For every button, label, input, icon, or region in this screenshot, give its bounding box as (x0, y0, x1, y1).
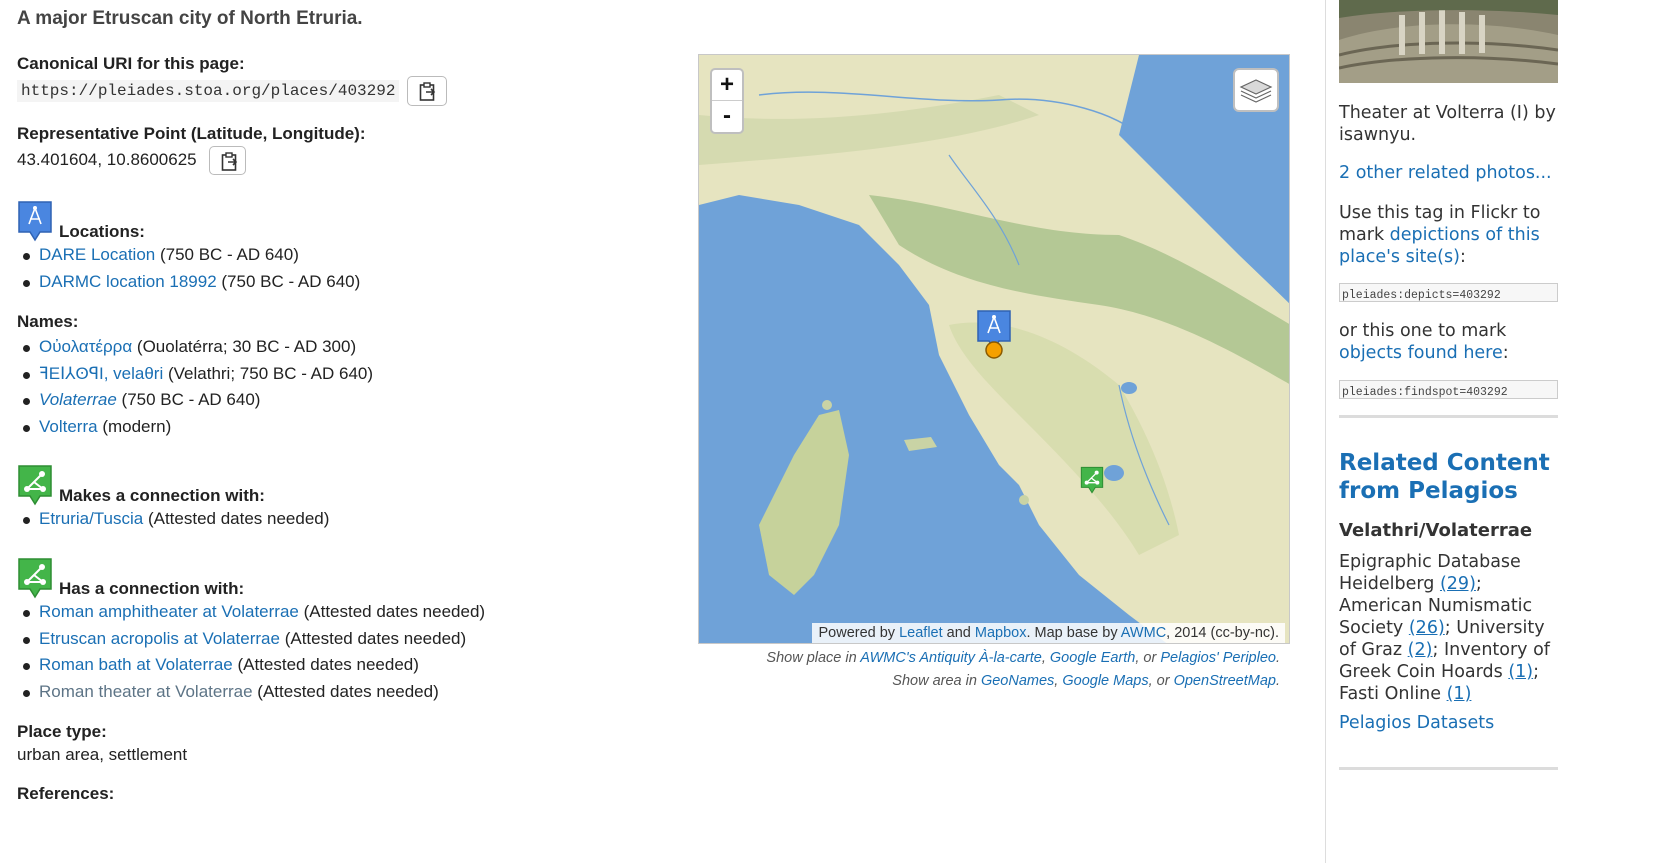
theater-photo-image (1339, 0, 1558, 83)
names-section: Names: Οὐολατέρρα (Ouolatérra; 30 BC - A… (17, 312, 373, 440)
connection-link[interactable]: Roman theater at Volaterrae (39, 682, 253, 701)
location-marker-icon[interactable] (976, 309, 1012, 365)
sidebar-divider (1325, 0, 1326, 863)
connection-link[interactable]: Etruria/Tuscia (39, 509, 143, 528)
peripleo-link[interactable]: Pelagios' Peripleo (1160, 650, 1276, 666)
related-count-link[interactable]: (1) (1447, 684, 1472, 704)
location-link[interactable]: DARMC location 18992 (39, 272, 217, 291)
representative-point-label: Representative Point (Latitude, Longitud… (17, 124, 366, 143)
names-heading: Names: (17, 312, 79, 331)
has-connection-heading: Has a connection with: (59, 579, 245, 598)
copy-point-button[interactable] (208, 146, 246, 175)
geonames-link[interactable]: GeoNames (981, 673, 1054, 689)
connection-marker-icon (18, 558, 52, 599)
name-link[interactable]: Volterra (39, 417, 98, 436)
clipboard-icon (420, 82, 436, 101)
list-item: Roman theater at Volaterrae (Attested da… (17, 679, 485, 706)
location-link[interactable]: DARE Location (39, 245, 155, 264)
makes-connection-heading: Makes a connection with: (59, 486, 265, 505)
representative-point-value: 43.401604, 10.8600625 (17, 149, 197, 169)
list-item: Etruscan acropolis at Volaterrae (Attest… (17, 626, 485, 653)
references-heading: References: (17, 784, 115, 803)
name-link[interactable]: ꟻEꓲ⅄ʘꟼI, velaθri (39, 364, 163, 383)
google-earth-link[interactable]: Google Earth (1050, 650, 1135, 666)
connection-link[interactable]: Etruscan acropolis at Volaterrae (39, 629, 280, 648)
photo-caption: Theater at Volterra (I) by isawnyu. (1339, 103, 1556, 145)
list-item: ꟻEꓲ⅄ʘꟼI, velaθri (Velathri; 750 BC - AD … (17, 361, 373, 388)
related-count-link[interactable]: (29) (1440, 574, 1476, 594)
name-link[interactable]: Volaterrae (39, 390, 117, 409)
related-count-link[interactable]: (2) (1408, 640, 1433, 660)
objects-found-link[interactable]: objects found here (1339, 343, 1503, 363)
list-item: DARMC location 18992 (750 BC - AD 640) (17, 269, 360, 296)
makes-connection-section: Makes a connection with: Etruria/Tuscia … (17, 464, 329, 533)
show-area-line: Show area in GeoNames, Google Maps, or O… (892, 673, 1280, 689)
copy-uri-button[interactable] (407, 76, 448, 106)
zoom-out-button[interactable]: - (712, 101, 742, 132)
connection-link[interactable]: Roman bath at Volaterrae (39, 655, 233, 674)
references-section: References: (17, 784, 114, 804)
place-type-value: urban area, settlement (17, 745, 188, 764)
openstreetmap-link[interactable]: OpenStreetMap (1174, 673, 1276, 689)
flickr-findspot-text: or this one to mark objects found here: (1339, 321, 1509, 363)
related-content-title: Related Content from Pelagios (1339, 450, 1550, 504)
layers-button[interactable] (1233, 68, 1279, 112)
list-item: Volaterrae (750 BC - AD 640) (17, 387, 373, 414)
depicts-tag-field[interactable]: pleiades:depicts=403292 (1339, 283, 1558, 302)
show-place-line: Show place in AWMC's Antiquity À-la-cart… (766, 650, 1280, 666)
location-marker-icon (18, 201, 52, 242)
place-map[interactable]: + - Powered by Leaflet and Mapbox. Map b… (698, 54, 1290, 644)
awmc-link[interactable]: AWMC (1121, 625, 1166, 641)
related-subtitle: Velathri/Volaterrae (1339, 520, 1533, 541)
connection-link[interactable]: Roman amphitheater at Volaterrae (39, 602, 299, 621)
layers-icon (1239, 79, 1273, 103)
sidebar-divider (1339, 415, 1558, 418)
map-attribution: Powered by Leaflet and Mapbox. Map base … (812, 623, 1285, 643)
connection-marker-icon (18, 465, 52, 506)
place-type-section: Place type: urban area, settlement (17, 722, 187, 765)
locations-heading: Locations: (59, 222, 145, 241)
connection-marker-icon[interactable] (1080, 465, 1104, 495)
place-description: A major Etruscan city of North Etruria. (17, 8, 363, 29)
other-photos-link[interactable]: 2 other related photos... (1339, 162, 1552, 184)
locations-section: Locations: DARE Location (750 BC - AD 64… (17, 200, 360, 295)
name-link[interactable]: Οὐολατέρρα (39, 337, 132, 356)
canonical-uri-value[interactable]: https://pleiades.stoa.org/places/403292 (17, 80, 400, 103)
list-item: DARE Location (750 BC - AD 640) (17, 242, 360, 269)
list-item: Roman bath at Volaterrae (Attested dates… (17, 652, 485, 679)
list-item: Etruria/Tuscia (Attested dates needed) (17, 506, 329, 533)
representative-point-section: Representative Point (Latitude, Longitud… (17, 124, 366, 175)
list-item: Οὐολατέρρα (Ouolatérra; 30 BC - AD 300) (17, 334, 373, 361)
has-connection-section: Has a connection with: Roman amphitheate… (17, 557, 485, 705)
zoom-in-button[interactable]: + (712, 70, 742, 101)
clipboard-icon (221, 152, 237, 171)
canonical-uri-label: Canonical URI for this page: (17, 54, 245, 73)
leaflet-link[interactable]: Leaflet (899, 625, 943, 641)
canonical-uri-section: Canonical URI for this page: https://ple… (17, 54, 448, 106)
flickr-depicts-text: Use this tag in Flickr to mark depiction… (1339, 203, 1541, 267)
place-type-heading: Place type: (17, 722, 107, 741)
flickr-photo[interactable] (1339, 0, 1558, 83)
google-maps-link[interactable]: Google Maps (1062, 673, 1148, 689)
findspot-tag-field[interactable]: pleiades:findspot=403292 (1339, 380, 1558, 399)
awmc-alacarte-link[interactable]: AWMC's Antiquity À-la-carte (860, 650, 1042, 666)
mapbox-link[interactable]: Mapbox (975, 625, 1027, 641)
related-count-link[interactable]: (26) (1409, 618, 1445, 638)
list-item: Roman amphitheater at Volaterrae (Attest… (17, 599, 485, 626)
related-sources: Epigraphic Database Heidelberg (29); Ame… (1339, 552, 1550, 704)
zoom-control: + - (710, 68, 744, 134)
sidebar-divider (1339, 767, 1558, 770)
related-count-link[interactable]: (1) (1508, 662, 1533, 682)
list-item: Volterra (modern) (17, 414, 373, 441)
pelagios-datasets-link[interactable]: Pelagios Datasets (1339, 712, 1494, 734)
